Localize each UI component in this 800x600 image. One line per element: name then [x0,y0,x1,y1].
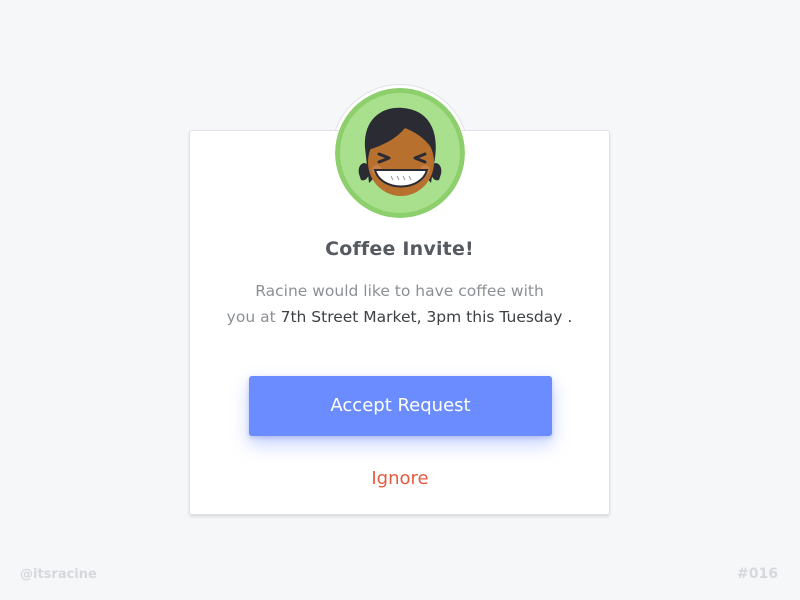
message-line-1: Racine would like to have coffee with [255,282,544,300]
message-line-2: you at 7th Street Market, 3pm this Tuesd… [189,304,610,330]
author-handle: @itsracine [20,567,97,582]
dialog-title: Coffee Invite! [325,238,474,260]
ignore-button[interactable]: Ignore [340,468,460,489]
smiling-girl-avatar-icon [335,88,465,218]
shot-number: #016 [737,566,778,582]
meeting-details: 7th Street Market, 3pm this Tuesday [280,308,563,326]
accept-request-button[interactable]: Accept Request [249,376,552,436]
invite-message: Racine would like to have coffee with yo… [189,278,610,330]
avatar-icon [335,88,465,218]
message-suffix: . [562,308,573,326]
message-prefix: you at [226,308,281,326]
